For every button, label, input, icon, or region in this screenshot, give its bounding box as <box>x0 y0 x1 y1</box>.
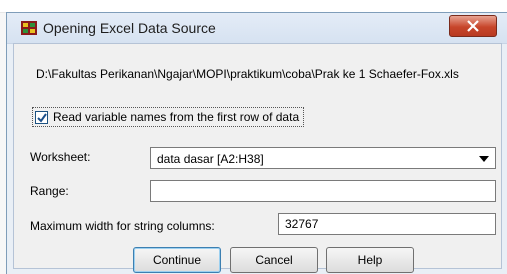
range-input[interactable] <box>150 180 496 202</box>
max-width-label: Maximum width for string columns: <box>30 219 215 233</box>
spss-app-icon <box>21 21 37 35</box>
excel-source-dialog: Opening Excel Data Source D:\Fakultas Pe… <box>6 12 507 274</box>
read-names-checkbox[interactable] <box>35 110 48 124</box>
cancel-button[interactable]: Cancel <box>230 247 318 273</box>
file-path-label: D:\Fakultas Perikanan\Ngajar\MOPI\prakti… <box>36 67 459 81</box>
read-names-option[interactable]: Read variable names from the first row o… <box>32 107 305 127</box>
max-width-input[interactable]: 32767 <box>278 213 496 235</box>
worksheet-label: Worksheet: <box>30 150 91 164</box>
checkmark-icon <box>37 112 47 123</box>
help-button[interactable]: Help <box>326 247 414 273</box>
worksheet-select[interactable]: data dasar [A2:H38] <box>150 147 496 169</box>
continue-button[interactable]: Continue <box>133 247 221 273</box>
close-icon <box>467 20 479 32</box>
dialog-title: Opening Excel Data Source <box>43 20 216 36</box>
close-button[interactable] <box>449 15 497 37</box>
range-label: Range: <box>30 184 69 198</box>
read-names-label: Read variable names from the first row o… <box>53 110 300 124</box>
dialog-content: D:\Fakultas Perikanan\Ngajar\MOPI\prakti… <box>13 43 502 273</box>
worksheet-selected-value: data dasar [A2:H38] <box>157 152 264 166</box>
chevron-down-icon <box>479 156 489 162</box>
title-bar: Opening Excel Data Source <box>7 13 507 44</box>
